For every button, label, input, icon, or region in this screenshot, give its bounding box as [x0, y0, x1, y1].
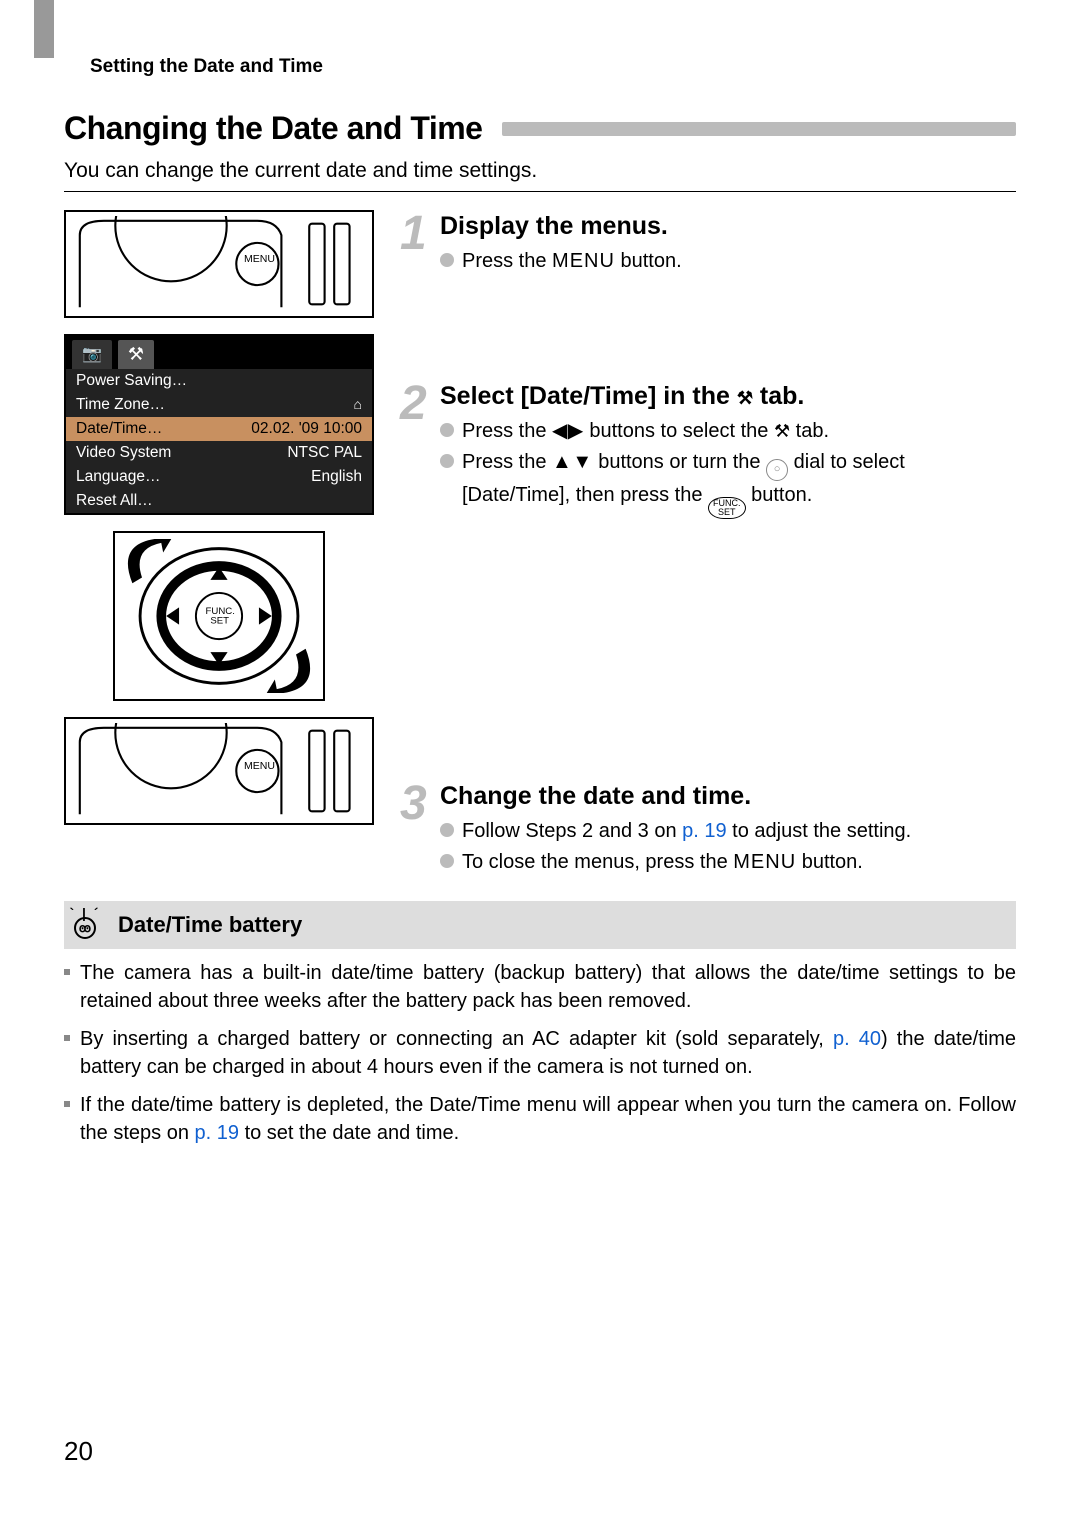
- bullet-icon: [440, 854, 454, 868]
- square-bullet-icon: [64, 1035, 70, 1041]
- menu-glyph: MENU: [733, 851, 796, 873]
- svg-text:MENU: MENU: [244, 760, 275, 772]
- step-1-title: Display the menus.: [440, 212, 1016, 241]
- bullet-icon: [440, 423, 454, 437]
- svg-text:MENU: MENU: [244, 253, 275, 265]
- illustration-camera-menu: MENU: [64, 210, 374, 318]
- tip-item: By inserting a charged battery or connec…: [64, 1025, 1016, 1081]
- tools-tab-icon: ⚒: [737, 388, 753, 408]
- illustration-camera-menu-2: MENU: [64, 717, 374, 825]
- step-3-bullet-2: To close the menus, press the MENU butto…: [462, 848, 863, 877]
- screen-row: Reset All…: [66, 489, 372, 513]
- illustration-control-wheel: FUNC. SET: [113, 531, 325, 701]
- lightbulb-icon: ` | ´ ꙭ: [68, 911, 102, 939]
- section-divider: [64, 191, 1016, 192]
- page-ref-link[interactable]: p. 19: [195, 1122, 239, 1144]
- up-down-icon: ▲▼: [552, 451, 593, 473]
- dial-icon: [766, 459, 788, 481]
- left-right-icon: ◀▶: [552, 420, 584, 442]
- step-2-bullet-1: Press the ◀▶ buttons to select the ⚒ tab…: [462, 417, 829, 446]
- bullet-icon: [440, 454, 454, 468]
- bullet-icon: [440, 823, 454, 837]
- menu-glyph: MENU: [552, 250, 615, 272]
- page-ref-link[interactable]: p. 19: [682, 820, 726, 842]
- screen-row: Video SystemNTSC PAL: [66, 441, 372, 465]
- step-3-bullet-1: Follow Steps 2 and 3 on p. 19 to adjust …: [462, 817, 911, 846]
- step-number-3: 3: [400, 780, 440, 828]
- section-title-bar: [502, 122, 1016, 136]
- page-side-tab: [34, 0, 54, 58]
- screen-row: Time Zone…⌂: [66, 393, 372, 417]
- running-header: Setting the Date and Time: [90, 56, 323, 78]
- square-bullet-icon: [64, 1101, 70, 1107]
- step-2-title: Select [Date/Time] in the ⚒ tab.: [440, 382, 1016, 411]
- screen-row: Language…English: [66, 465, 372, 489]
- page-ref-link[interactable]: p. 40: [833, 1028, 881, 1050]
- tip-header: ` | ´ ꙭ Date/Time battery: [64, 901, 1016, 949]
- bullet-icon: [440, 253, 454, 267]
- screen-tab-camera: 📷: [72, 340, 112, 369]
- step-2-bullet-2: Press the ▲▼ buttons or turn the dial to…: [462, 448, 1016, 519]
- screen-row: Power Saving…: [66, 369, 372, 393]
- step-3-title: Change the date and time.: [440, 782, 1016, 811]
- tip-title: Date/Time battery: [118, 912, 302, 938]
- section-intro: You can change the current date and time…: [64, 159, 1016, 183]
- screen-tab-tools: ⚒: [118, 340, 154, 369]
- section-title: Changing the Date and Time: [64, 110, 482, 147]
- step-1-bullet: Press the MENU button.: [462, 247, 682, 276]
- screen-row-selected: Date/Time…02.02. '09 10:00: [66, 417, 372, 441]
- tip-item: If the date/time battery is depleted, th…: [64, 1091, 1016, 1147]
- page-number: 20: [64, 1436, 93, 1467]
- tools-tab-icon: ⚒: [774, 421, 790, 441]
- func-set-icon: FUNC.SET: [708, 497, 746, 519]
- step-number-1: 1: [400, 210, 440, 258]
- tip-item: The camera has a built-in date/time batt…: [64, 959, 1016, 1015]
- illustration-settings-screen: 📷 ⚒ Power Saving… Time Zone…⌂ Date/Time……: [64, 334, 374, 515]
- svg-text:SET: SET: [210, 616, 229, 627]
- step-number-2: 2: [400, 380, 440, 428]
- square-bullet-icon: [64, 969, 70, 975]
